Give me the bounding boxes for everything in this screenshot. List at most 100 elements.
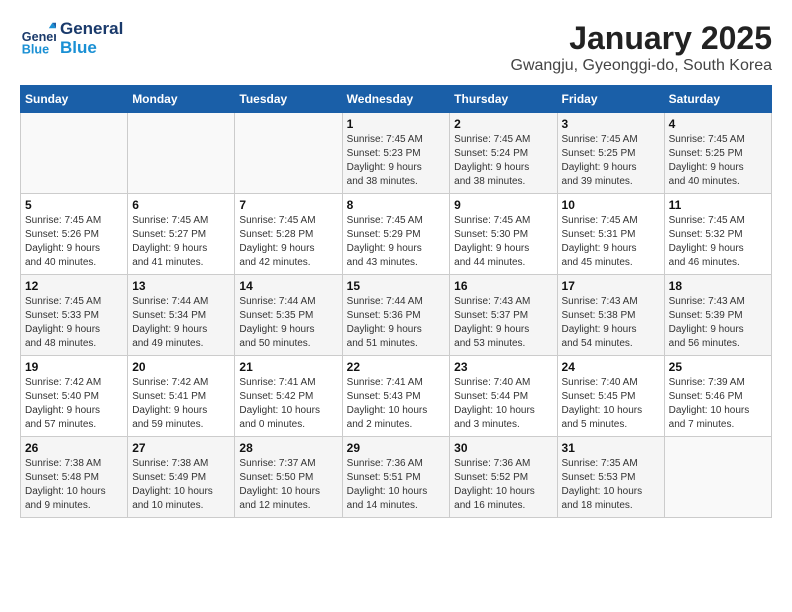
day-content: Sunrise: 7:44 AM Sunset: 5:36 PM Dayligh…: [347, 295, 446, 351]
day-content: Sunrise: 7:41 AM Sunset: 5:42 PM Dayligh…: [239, 376, 337, 432]
day-number: 11: [669, 198, 767, 212]
weekday-header-monday: Monday: [128, 86, 235, 113]
day-number: 21: [239, 360, 337, 374]
day-content: Sunrise: 7:43 AM Sunset: 5:39 PM Dayligh…: [669, 295, 767, 351]
calendar-cell: 2 Sunrise: 7:45 AM Sunset: 5:24 PM Daylig…: [450, 113, 557, 194]
calendar-cell: [664, 437, 771, 518]
day-number: 30: [454, 441, 552, 455]
weekday-header-tuesday: Tuesday: [235, 86, 342, 113]
calendar-cell: 21 Sunrise: 7:41 AM Sunset: 5:42 PM Dayli…: [235, 356, 342, 437]
calendar-cell: 28 Sunrise: 7:37 AM Sunset: 5:50 PM Dayli…: [235, 437, 342, 518]
day-content: Sunrise: 7:42 AM Sunset: 5:41 PM Dayligh…: [132, 376, 230, 432]
calendar-cell: 3 Sunrise: 7:45 AM Sunset: 5:25 PM Daylig…: [557, 113, 664, 194]
day-number: 3: [562, 117, 660, 131]
day-content: Sunrise: 7:45 AM Sunset: 5:27 PM Dayligh…: [132, 214, 230, 270]
calendar-cell: [235, 113, 342, 194]
day-content: Sunrise: 7:45 AM Sunset: 5:31 PM Dayligh…: [562, 214, 660, 270]
calendar-title-block: January 2025 Gwangju, Gyeonggi-do, South…: [511, 20, 773, 75]
day-number: 29: [347, 441, 446, 455]
calendar-cell: 9Sunrise: 7:45 AM Sunset: 5:30 PM Daylig…: [450, 194, 557, 275]
calendar-week-row: 26 Sunrise: 7:38 AM Sunset: 5:48 PM Dayli…: [21, 437, 772, 518]
calendar-cell: 20Sunrise: 7:42 AM Sunset: 5:41 PM Dayli…: [128, 356, 235, 437]
day-number: 24: [562, 360, 660, 374]
day-content: Sunrise: 7:38 AM Sunset: 5:48 PM Dayligh…: [25, 457, 123, 513]
weekday-header-friday: Friday: [557, 86, 664, 113]
day-number: 6: [132, 198, 230, 212]
weekday-header-saturday: Saturday: [664, 86, 771, 113]
day-content: Sunrise: 7:45 AM Sunset: 5:25 PM Dayligh…: [669, 133, 767, 189]
logo-general: General: [60, 20, 123, 39]
calendar-week-row: 1Sunrise: 7:45 AM Sunset: 5:23 PM Daylig…: [21, 113, 772, 194]
day-content: Sunrise: 7:45 AM Sunset: 5:29 PM Dayligh…: [347, 214, 446, 270]
day-number: 31: [562, 441, 660, 455]
weekday-header-row: SundayMondayTuesdayWednesdayThursdayFrid…: [21, 86, 772, 113]
day-content: Sunrise: 7:40 AM Sunset: 5:44 PM Dayligh…: [454, 376, 552, 432]
calendar-subtitle: Gwangju, Gyeonggi-do, South Korea: [511, 57, 773, 75]
calendar-cell: 13 Sunrise: 7:44 AM Sunset: 5:34 PM Dayli…: [128, 275, 235, 356]
page-header: General Blue General Blue January 2025 G…: [20, 20, 772, 75]
day-number: 17: [562, 279, 660, 293]
weekday-header-thursday: Thursday: [450, 86, 557, 113]
day-content: Sunrise: 7:44 AM Sunset: 5:34 PM Dayligh…: [132, 295, 230, 351]
day-content: Sunrise: 7:45 AM Sunset: 5:32 PM Dayligh…: [669, 214, 767, 270]
day-number: 10: [562, 198, 660, 212]
calendar-cell: 19 Sunrise: 7:42 AM Sunset: 5:40 PM Dayli…: [21, 356, 128, 437]
day-content: Sunrise: 7:37 AM Sunset: 5:50 PM Dayligh…: [239, 457, 337, 513]
day-number: 16: [454, 279, 552, 293]
calendar-week-row: 5 Sunrise: 7:45 AM Sunset: 5:26 PM Daylig…: [21, 194, 772, 275]
day-number: 23: [454, 360, 552, 374]
day-number: 13: [132, 279, 230, 293]
day-number: 19: [25, 360, 123, 374]
calendar-cell: 16Sunrise: 7:43 AM Sunset: 5:37 PM Dayli…: [450, 275, 557, 356]
calendar-cell: 12 Sunrise: 7:45 AM Sunset: 5:33 PM Dayli…: [21, 275, 128, 356]
weekday-header-sunday: Sunday: [21, 86, 128, 113]
logo: General Blue General Blue: [20, 20, 123, 57]
day-number: 7: [239, 198, 337, 212]
calendar-cell: 7Sunrise: 7:45 AM Sunset: 5:28 PM Daylig…: [235, 194, 342, 275]
calendar-cell: 15 Sunrise: 7:44 AM Sunset: 5:36 PM Dayli…: [342, 275, 450, 356]
day-content: Sunrise: 7:45 AM Sunset: 5:25 PM Dayligh…: [562, 133, 660, 189]
calendar-cell: 24 Sunrise: 7:40 AM Sunset: 5:45 PM Dayli…: [557, 356, 664, 437]
calendar-title: January 2025: [511, 20, 773, 57]
calendar-cell: 23 Sunrise: 7:40 AM Sunset: 5:44 PM Dayli…: [450, 356, 557, 437]
day-content: Sunrise: 7:40 AM Sunset: 5:45 PM Dayligh…: [562, 376, 660, 432]
day-number: 26: [25, 441, 123, 455]
day-number: 18: [669, 279, 767, 293]
calendar-cell: 1Sunrise: 7:45 AM Sunset: 5:23 PM Daylig…: [342, 113, 450, 194]
day-content: Sunrise: 7:45 AM Sunset: 5:26 PM Dayligh…: [25, 214, 123, 270]
day-content: Sunrise: 7:38 AM Sunset: 5:49 PM Dayligh…: [132, 457, 230, 513]
calendar-cell: 14Sunrise: 7:44 AM Sunset: 5:35 PM Dayli…: [235, 275, 342, 356]
day-number: 12: [25, 279, 123, 293]
calendar-cell: 10 Sunrise: 7:45 AM Sunset: 5:31 PM Dayli…: [557, 194, 664, 275]
logo-blue: Blue: [60, 39, 123, 58]
day-number: 8: [347, 198, 446, 212]
day-content: Sunrise: 7:45 AM Sunset: 5:24 PM Dayligh…: [454, 133, 552, 189]
calendar-cell: [21, 113, 128, 194]
day-content: Sunrise: 7:45 AM Sunset: 5:33 PM Dayligh…: [25, 295, 123, 351]
day-content: Sunrise: 7:43 AM Sunset: 5:38 PM Dayligh…: [562, 295, 660, 351]
day-content: Sunrise: 7:45 AM Sunset: 5:23 PM Dayligh…: [347, 133, 446, 189]
calendar-cell: 27Sunrise: 7:38 AM Sunset: 5:49 PM Dayli…: [128, 437, 235, 518]
day-content: Sunrise: 7:45 AM Sunset: 5:30 PM Dayligh…: [454, 214, 552, 270]
day-number: 2: [454, 117, 552, 131]
calendar-cell: 4 Sunrise: 7:45 AM Sunset: 5:25 PM Daylig…: [664, 113, 771, 194]
calendar-cell: 26 Sunrise: 7:38 AM Sunset: 5:48 PM Dayli…: [21, 437, 128, 518]
calendar-cell: 31 Sunrise: 7:35 AM Sunset: 5:53 PM Dayli…: [557, 437, 664, 518]
calendar-week-row: 12 Sunrise: 7:45 AM Sunset: 5:33 PM Dayli…: [21, 275, 772, 356]
day-content: Sunrise: 7:35 AM Sunset: 5:53 PM Dayligh…: [562, 457, 660, 513]
day-content: Sunrise: 7:42 AM Sunset: 5:40 PM Dayligh…: [25, 376, 123, 432]
calendar-cell: 5 Sunrise: 7:45 AM Sunset: 5:26 PM Daylig…: [21, 194, 128, 275]
calendar-cell: 11 Sunrise: 7:45 AM Sunset: 5:32 PM Dayli…: [664, 194, 771, 275]
calendar-cell: 30Sunrise: 7:36 AM Sunset: 5:52 PM Dayli…: [450, 437, 557, 518]
day-number: 15: [347, 279, 446, 293]
calendar-cell: 17 Sunrise: 7:43 AM Sunset: 5:38 PM Dayli…: [557, 275, 664, 356]
day-content: Sunrise: 7:41 AM Sunset: 5:43 PM Dayligh…: [347, 376, 446, 432]
day-number: 22: [347, 360, 446, 374]
day-number: 28: [239, 441, 337, 455]
day-number: 4: [669, 117, 767, 131]
day-number: 5: [25, 198, 123, 212]
calendar-week-row: 19 Sunrise: 7:42 AM Sunset: 5:40 PM Dayli…: [21, 356, 772, 437]
logo-icon: General Blue: [20, 21, 56, 57]
calendar-cell: 6 Sunrise: 7:45 AM Sunset: 5:27 PM Daylig…: [128, 194, 235, 275]
day-content: Sunrise: 7:36 AM Sunset: 5:51 PM Dayligh…: [347, 457, 446, 513]
